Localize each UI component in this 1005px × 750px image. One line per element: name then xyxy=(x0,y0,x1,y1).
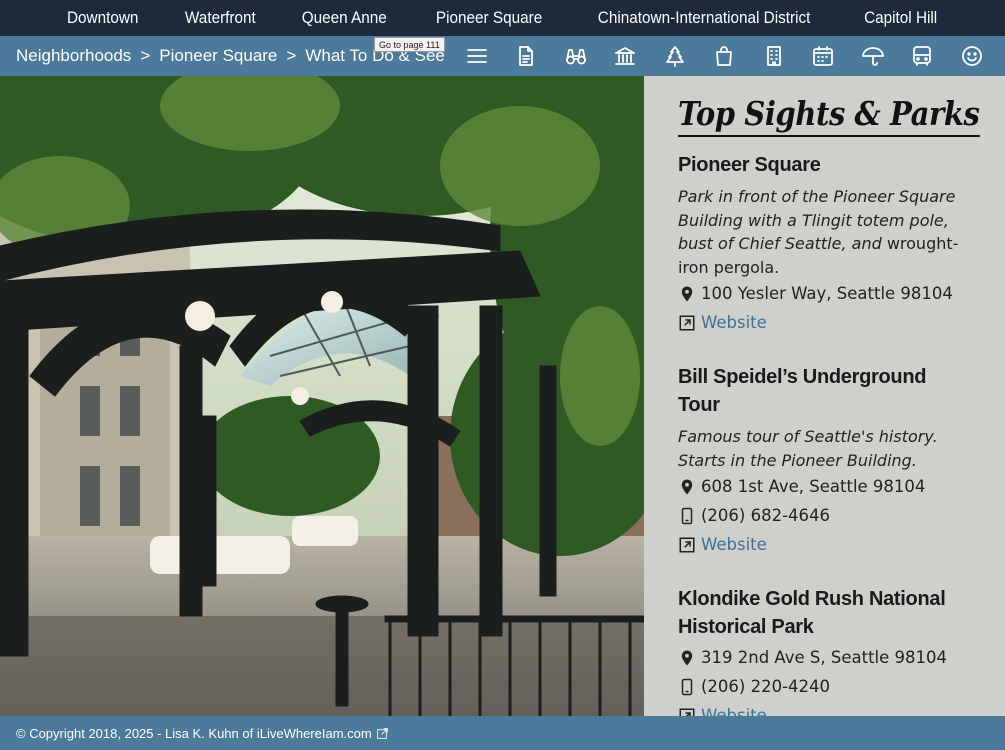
sight-name: Pioneer Square xyxy=(678,154,821,176)
nav-chinatown-id[interactable]: Chinatown-International District xyxy=(581,8,828,28)
nav-downtown[interactable]: Downtown xyxy=(50,8,156,28)
external-link-icon xyxy=(679,537,695,552)
external-link-icon xyxy=(679,708,695,716)
sight-description: Famous tour of Seattle's history. Starts… xyxy=(678,427,938,470)
menu-icon[interactable] xyxy=(452,36,502,76)
smiley-icon[interactable] xyxy=(947,36,997,76)
bus-icon[interactable] xyxy=(898,36,948,76)
sight-description: Park in front of the Pioneer Square Buil… xyxy=(678,187,959,277)
document-icon[interactable] xyxy=(502,36,552,76)
mobile-phone-icon xyxy=(681,507,693,524)
mobile-phone-icon xyxy=(681,678,693,695)
breadcrumb-separator: > xyxy=(286,46,297,65)
sight-name: Bill Speidel’s Underground Tour xyxy=(678,366,927,416)
website-link[interactable]: Website xyxy=(701,308,767,337)
sight-phone: (206) 220-4240 xyxy=(678,672,971,701)
category-toolbar xyxy=(452,36,997,76)
nav-waterfront[interactable]: Waterfront xyxy=(168,8,273,28)
map-pin-icon xyxy=(681,479,693,494)
website-link[interactable]: Website xyxy=(701,701,767,716)
shopping-bag-icon[interactable] xyxy=(700,36,750,76)
museum-icon[interactable] xyxy=(601,36,651,76)
calendar-icon[interactable] xyxy=(799,36,849,76)
panel-title: Top Sights & Parks xyxy=(678,94,980,137)
sight-phone: (206) 682-4646 xyxy=(678,501,971,530)
page-tooltip: Go to page 111 xyxy=(374,37,445,52)
external-link-icon xyxy=(679,315,695,330)
breadcrumb-separator: > xyxy=(140,46,151,65)
copyright-link[interactable]: © Copyright 2018, 2025 - Lisa K. Kuhn of… xyxy=(16,726,372,741)
breadcrumb-neighborhoods[interactable]: Neighborhoods xyxy=(16,46,131,66)
pioneer-square-pergola-photo xyxy=(0,76,644,716)
top-sights-panel: Top Sights & Parks Pioneer Square Park i… xyxy=(644,76,1005,716)
sight-card: Klondike Gold Rush National Historical P… xyxy=(678,585,971,716)
sight-website: Website xyxy=(678,530,971,559)
copyright-footer: © Copyright 2018, 2025 - Lisa K. Kuhn of… xyxy=(0,716,1005,750)
tree-icon[interactable] xyxy=(650,36,700,76)
breadcrumb-pioneer-square[interactable]: Pioneer Square xyxy=(159,46,277,66)
nav-queen-anne[interactable]: Queen Anne xyxy=(285,8,404,28)
external-link-icon xyxy=(376,727,388,739)
photo-illustration xyxy=(0,76,644,716)
sight-address: 608 1st Ave, Seattle 98104 xyxy=(678,472,971,501)
neighborhood-nav: Downtown Waterfront Queen Anne Pioneer S… xyxy=(0,0,1005,36)
sight-name: Klondike Gold Rush National Historical P… xyxy=(678,588,946,638)
map-pin-icon xyxy=(681,650,693,665)
building-icon[interactable] xyxy=(749,36,799,76)
sight-address: 100 Yesler Way, Seattle 98104 xyxy=(678,279,971,308)
sight-card: Bill Speidel’s Underground Tour Famous t… xyxy=(678,363,971,559)
umbrella-icon[interactable] xyxy=(848,36,898,76)
nav-capitol-hill[interactable]: Capitol Hill xyxy=(847,8,954,28)
sight-address: 319 2nd Ave S, Seattle 98104 xyxy=(678,643,971,672)
sight-website: Website xyxy=(678,308,971,337)
sight-website: Website xyxy=(678,701,971,716)
website-link[interactable]: Website xyxy=(701,530,767,559)
sight-card: Pioneer Square Park in front of the Pion… xyxy=(678,151,971,337)
map-pin-icon xyxy=(681,286,693,301)
nav-pioneer-square[interactable]: Pioneer Square xyxy=(419,8,560,28)
binoculars-icon[interactable] xyxy=(551,36,601,76)
